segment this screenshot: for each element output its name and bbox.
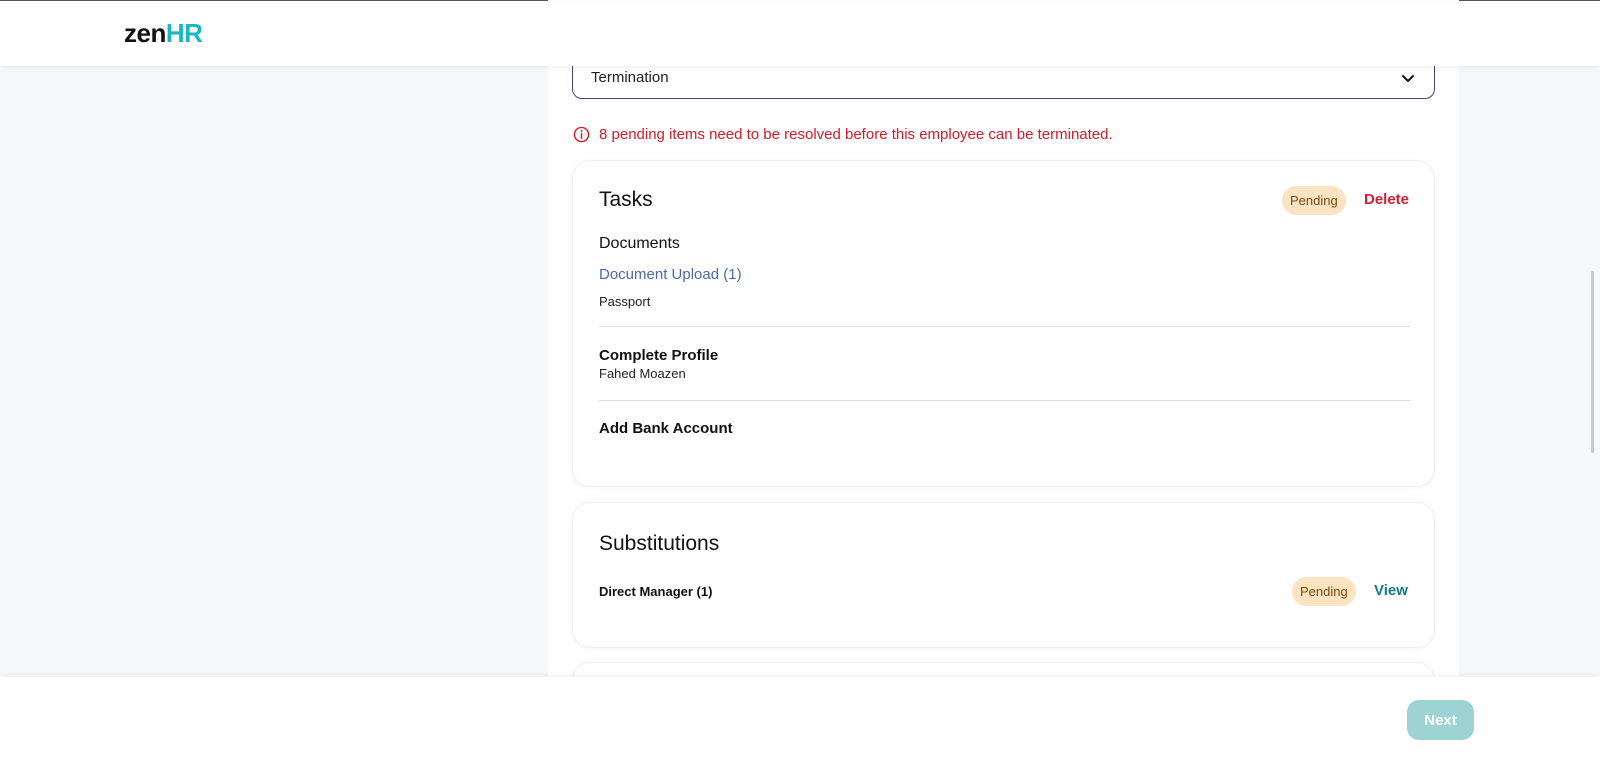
direct-manager-label: Direct Manager (1) xyxy=(599,584,713,599)
logo-hr-text: HR xyxy=(165,18,203,48)
documents-heading: Documents xyxy=(599,235,680,252)
document-upload-link[interactable]: Document Upload (1) xyxy=(599,266,742,283)
substitutions-card: Substitutions Direct Manager (1) Pending… xyxy=(572,502,1435,648)
next-button[interactable]: Next xyxy=(1407,700,1474,740)
complete-profile-person: Fahed Moazen xyxy=(599,366,686,381)
complete-profile-title: Complete Profile xyxy=(599,347,719,364)
pending-items-warning: 8 pending items need to be resolved befo… xyxy=(573,125,1113,143)
divider xyxy=(599,400,1410,401)
document-name: Passport xyxy=(599,294,651,309)
top-header: zenHR xyxy=(0,1,1600,66)
info-circle-icon xyxy=(573,126,590,142)
tasks-title: Tasks xyxy=(599,188,653,211)
chevron-down-icon xyxy=(1402,75,1414,82)
delete-button[interactable]: Delete xyxy=(1364,191,1409,208)
zenhr-logo[interactable]: zenHR xyxy=(124,18,203,49)
tasks-status-badge: Pending xyxy=(1282,186,1346,215)
warning-text: 8 pending items need to be resolved befo… xyxy=(599,125,1113,143)
add-bank-account-title: Add Bank Account xyxy=(599,420,733,437)
offboarding-type-value: Termination xyxy=(591,69,669,86)
substitutions-title: Substitutions xyxy=(599,532,720,555)
divider xyxy=(599,326,1410,327)
page-scrollbar-thumb[interactable] xyxy=(1591,271,1594,453)
substitution-status-badge: Pending xyxy=(1292,577,1356,606)
footer-bar: Next xyxy=(0,677,1600,760)
tasks-card: Tasks Pending Delete Documents Document … xyxy=(572,160,1435,487)
view-button[interactable]: View xyxy=(1374,582,1408,599)
logo-zen-text: zen xyxy=(124,18,166,48)
